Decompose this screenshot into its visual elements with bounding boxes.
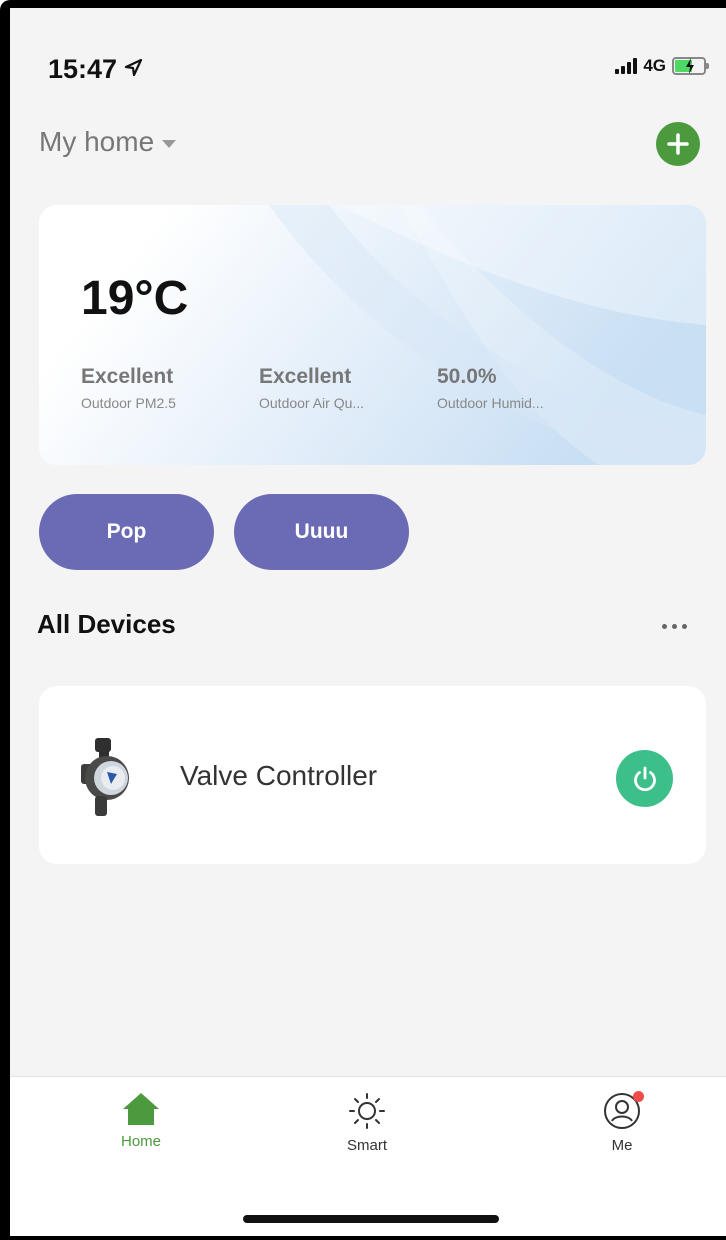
plus-icon [667,133,689,155]
scene-button-uuuu[interactable]: Uuuu [234,494,409,570]
metric-label: Outdoor PM2.5 [81,395,176,411]
temperature: 19°C [81,272,189,325]
signal-icon [615,58,638,74]
notification-badge [633,1091,644,1102]
tab-label: Me [611,1137,633,1154]
metric-value: Excellent [81,365,174,388]
metric-label: Outdoor Humid... [437,395,544,411]
device-name: Valve Controller [180,760,378,791]
add-button[interactable] [656,122,700,166]
tab-label: Smart [346,1137,387,1154]
sun-icon [349,1093,385,1129]
battery-charging-icon [672,57,709,75]
home-name: My home [39,126,155,157]
location-arrow-icon [123,54,143,85]
tab-home[interactable]: Home [81,1091,201,1150]
weather-card[interactable]: 19°C Excellent Outdoor PM2.5 Excellent O… [39,205,706,465]
metric-value: 50.0% [437,365,497,388]
tab-label: Home [120,1133,161,1150]
status-time: 15:47 [48,54,143,85]
status-bar: 15:47 4G [10,8,726,108]
metric-humidity: 50.0% Outdoor Humid... [437,365,544,411]
scene-button-pop[interactable]: Pop [39,494,214,570]
section-title: All Devices [37,609,176,639]
metric-air-quality: Excellent Outdoor Air Qu... [259,365,364,411]
tab-me[interactable]: Me [562,1091,682,1154]
metric-label: Outdoor Air Qu... [259,395,365,411]
home-icon [123,1093,159,1125]
valve-icon [79,730,135,825]
metric-value: Excellent [259,365,352,388]
status-icons: 4G [615,56,709,76]
more-dots-icon[interactable] [658,620,691,633]
device-card[interactable]: Valve Controller [39,686,706,864]
status-time-text: 15:47 [48,54,118,84]
phone-screen: 15:47 4G My home 19°C Excellent Outdoor … [0,0,726,1240]
power-button[interactable] [616,750,673,807]
caret-down-icon [162,140,177,148]
metric-pm25: Excellent Outdoor PM2.5 [81,365,176,411]
home-selector[interactable]: My home [39,126,177,158]
home-indicator [243,1215,499,1223]
network-type: 4G [643,56,666,75]
weather-background [39,205,706,465]
power-icon [633,766,656,791]
tab-smart[interactable]: Smart [307,1091,427,1154]
